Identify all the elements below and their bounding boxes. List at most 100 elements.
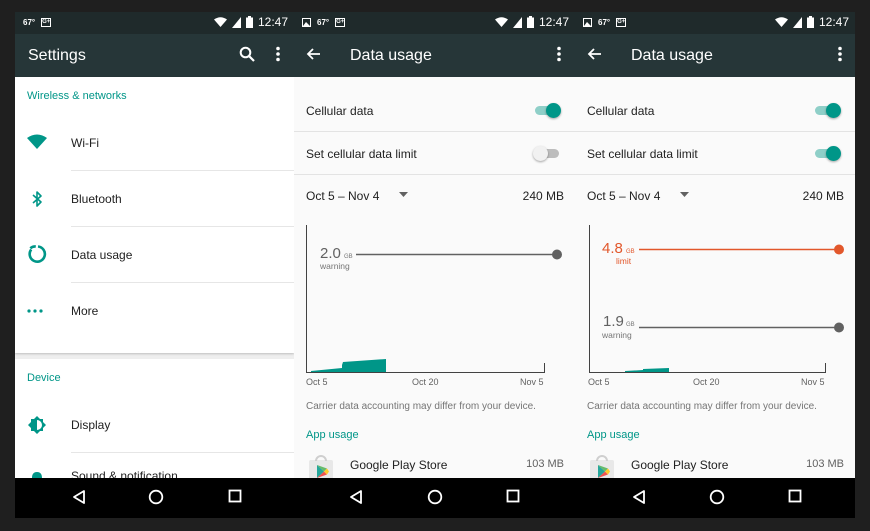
recents-nav-icon[interactable] — [788, 489, 802, 503]
warning-unit-text: GB — [626, 322, 635, 328]
home-nav-icon[interactable] — [427, 489, 443, 505]
total-usage-value: 240 MB — [522, 189, 564, 203]
app-size: 103 MB — [526, 458, 564, 470]
overflow-menu-icon[interactable] — [275, 46, 281, 62]
data-usage-screen-no-limit: 67° G+ 12:47 Data usage Cellular data Se… — [294, 12, 575, 518]
app-usage-header: App usage — [587, 429, 640, 441]
data-usage-screen-limit: 67° G+ 12:47 Data usage Cellular data Se… — [575, 12, 855, 518]
back-arrow-icon[interactable] — [587, 46, 603, 62]
search-icon[interactable] — [239, 46, 255, 62]
settings-item-label: Wi-Fi — [71, 136, 99, 150]
screenshot-stage: 67° G+ 12:47 Settings Wireless & network… — [0, 0, 870, 531]
signal-icon — [231, 16, 241, 28]
warning-handle — [834, 322, 844, 333]
google-plus-badge: G+ — [616, 18, 627, 27]
warning-label-text: warning — [601, 330, 632, 340]
limit-label-text: limit — [616, 256, 632, 266]
data-limit-label: Set cellular data limit — [587, 147, 698, 161]
page-title: Settings — [28, 47, 86, 64]
x-tick-oct5: Oct 5 — [306, 377, 328, 387]
temperature-text: 67° — [598, 18, 611, 27]
x-tick-oct20: Oct 20 — [693, 377, 720, 387]
app-bar: Data usage — [294, 34, 575, 77]
data-limit-label: Set cellular data limit — [306, 147, 417, 161]
app-bar: Data usage — [575, 34, 855, 77]
x-tick-nov5: Nov 5 — [520, 377, 544, 387]
chevron-down-icon[interactable] — [399, 192, 408, 197]
limit-unit-text: GB — [626, 249, 635, 255]
x-tick-nov5: Nov 5 — [801, 377, 825, 387]
navigation-bar — [15, 478, 294, 518]
signal-icon — [792, 16, 802, 28]
settings-item-more[interactable]: More — [15, 283, 294, 339]
warning-handle — [552, 249, 562, 260]
cellular-data-row[interactable]: Cellular data — [575, 89, 855, 132]
home-nav-icon[interactable] — [709, 489, 725, 505]
data-limit-toggle[interactable] — [813, 146, 841, 162]
temperature-text: 67° — [317, 18, 330, 27]
temperature-text: 67° — [23, 18, 36, 27]
image-notification-icon — [583, 18, 592, 27]
battery-icon — [245, 16, 253, 28]
data-limit-row[interactable]: Set cellular data limit — [575, 132, 855, 175]
back-nav-icon[interactable] — [72, 489, 86, 505]
wifi-status-icon — [213, 16, 227, 27]
home-nav-icon[interactable] — [148, 489, 164, 505]
battery-icon — [526, 16, 534, 28]
cellular-data-label: Cellular data — [306, 104, 374, 118]
status-bar: 67° G+ 12:47 — [15, 12, 294, 34]
cellular-data-row[interactable]: Cellular data — [294, 89, 575, 132]
usage-area — [625, 368, 669, 372]
limit-value-text: 4.8 — [602, 240, 623, 257]
carrier-note: Carrier data accounting may differ from … — [306, 401, 536, 412]
cycle-dropdown[interactable]: Oct 5 – Nov 4 — [587, 189, 660, 203]
settings-screen: 67° G+ 12:47 Settings Wireless & network… — [15, 12, 294, 518]
settings-item-display[interactable]: Display — [15, 397, 294, 453]
overflow-menu-icon[interactable] — [837, 46, 843, 62]
wifi-status-icon — [774, 16, 788, 27]
billing-cycle-row[interactable]: Oct 5 – Nov 4 240 MB — [575, 175, 855, 213]
limit-handle — [834, 244, 844, 255]
page-title: Data usage — [350, 47, 432, 64]
section-header-device: Device — [27, 372, 61, 384]
wifi-icon — [27, 134, 47, 149]
settings-item-label: Display — [71, 418, 111, 432]
settings-item-data-usage[interactable]: Data usage — [15, 227, 294, 283]
total-usage-value: 240 MB — [802, 189, 844, 203]
back-arrow-icon[interactable] — [306, 46, 322, 62]
usage-area — [311, 359, 386, 372]
clock-text: 12:47 — [538, 15, 569, 29]
back-nav-icon[interactable] — [632, 489, 646, 505]
settings-item-wifi[interactable]: Wi-Fi — [15, 115, 294, 171]
warning-label-text: warning — [319, 261, 350, 271]
app-name: Google Play Store — [350, 458, 448, 472]
warning-value-text: 1.9 — [603, 313, 624, 330]
status-bar: 67° G+ 12:47 — [575, 12, 855, 34]
overflow-menu-icon[interactable] — [556, 46, 562, 62]
usage-chart: 4.8 GB limit 1.9 GB warning Oct 5 Oct 20… — [575, 213, 855, 393]
display-icon — [28, 416, 46, 434]
chevron-down-icon[interactable] — [680, 192, 689, 197]
clock-text: 12:47 — [818, 15, 849, 29]
wifi-status-icon — [494, 16, 508, 27]
data-limit-row[interactable]: Set cellular data limit — [294, 132, 575, 175]
settings-item-bluetooth[interactable]: Bluetooth — [15, 171, 294, 227]
cycle-dropdown[interactable]: Oct 5 – Nov 4 — [306, 189, 379, 203]
back-nav-icon[interactable] — [349, 489, 363, 505]
cellular-data-toggle[interactable] — [533, 103, 561, 119]
page-title: Data usage — [631, 47, 713, 64]
clock-text: 12:47 — [257, 15, 288, 29]
billing-cycle-row[interactable]: Oct 5 – Nov 4 240 MB — [294, 175, 575, 213]
battery-icon — [806, 16, 814, 28]
navigation-bar — [575, 478, 855, 518]
google-plus-badge: G+ — [335, 18, 346, 27]
cellular-data-toggle[interactable] — [813, 103, 841, 119]
app-name: Google Play Store — [631, 458, 729, 472]
recents-nav-icon[interactable] — [506, 489, 520, 503]
recents-nav-icon[interactable] — [228, 489, 242, 503]
usage-chart: 2.0 GB warning Oct 5 Oct 20 Nov 5 — [294, 213, 575, 393]
app-size: 103 MB — [806, 458, 844, 470]
image-notification-icon — [302, 18, 311, 27]
app-usage-header: App usage — [306, 429, 359, 441]
data-limit-toggle[interactable] — [533, 146, 561, 162]
